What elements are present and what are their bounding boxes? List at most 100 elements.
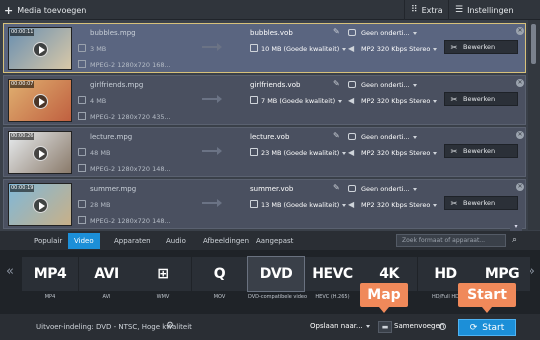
output-size-dropdown[interactable]: 7 MB (Goede kwaliteit) <box>261 97 343 105</box>
subtitles-label: Geen onderti... <box>361 29 410 37</box>
output-size-dropdown[interactable]: 10 MB (Goede kwaliteit) <box>261 45 347 53</box>
audio-dropdown[interactable]: MP2 320 Kbps Stereo <box>361 149 438 157</box>
add-media-label: Media toevoegen <box>17 5 87 15</box>
audio-label: MP2 320 Kbps Stereo <box>361 149 431 157</box>
collapse-icon[interactable]: ▾ <box>510 223 522 231</box>
tab-audio[interactable]: Audio <box>160 233 192 249</box>
video-thumbnail[interactable]: 00:00:19 <box>8 183 72 226</box>
extra-label: Extra <box>421 5 443 15</box>
edit-label: Bewerken <box>463 95 496 103</box>
plus-icon: + <box>4 3 14 17</box>
pencil-icon[interactable]: ✎ <box>333 28 341 36</box>
output-filename: girlfriends.vob <box>250 81 301 89</box>
edit-button[interactable]: ✂ Bewerken <box>444 92 518 106</box>
format-search-input[interactable]: Zoek formaat of apparaat... <box>396 234 506 247</box>
extra-button[interactable]: ⠿ Extra <box>404 0 449 20</box>
file-list-scrollbar[interactable] <box>528 20 540 230</box>
audio-dropdown[interactable]: MP2 320 Kbps Stereo <box>361 97 438 105</box>
gear-icon[interactable]: ⚙ <box>166 321 174 331</box>
file-icon <box>78 96 86 104</box>
play-icon[interactable] <box>33 146 48 161</box>
tab-label: Apparaten <box>114 237 151 245</box>
video-thumbnail[interactable]: 00:00:26 <box>8 131 72 174</box>
play-icon[interactable] <box>33 198 48 213</box>
output-size-dropdown[interactable]: 13 MB (Goede kwaliteit) <box>261 201 347 209</box>
format-tile[interactable]: HEVC HEVC (H.265) <box>304 257 361 303</box>
settings-button[interactable]: ☰ Instellingen <box>448 0 520 20</box>
subtitles-label: Geen onderti... <box>361 133 410 141</box>
output-size-dropdown[interactable]: 23 MB (Goede kwaliteit) <box>261 149 347 157</box>
subtitles-dropdown[interactable]: Geen onderti... <box>361 29 417 37</box>
pencil-icon[interactable]: ✎ <box>333 184 341 192</box>
convert-icon: ⟳ <box>469 322 478 333</box>
save-to-dropdown[interactable]: Opslaan naar... <box>310 322 370 330</box>
source-format: MPEG-2 1280x720 168... <box>90 61 171 69</box>
video-thumbnail[interactable]: 00:00:07 <box>8 79 72 122</box>
edit-button[interactable]: ✂ Bewerken <box>444 40 518 54</box>
chevron-down-icon <box>433 99 438 103</box>
bottom-bar: Uitvoer-indeling: DVD - NTSC, Hoge kwali… <box>0 314 540 340</box>
subtitles-dropdown[interactable]: Geen onderti... <box>361 133 417 141</box>
file-row[interactable]: 00:00:07 girlfriends.mpg 4 MB MPEG-2 1280x7… <box>3 75 526 125</box>
source-filename: lecture.mpg <box>90 133 133 141</box>
format-tile[interactable]: DVD DVD-compatibele video <box>247 256 307 303</box>
tab-video[interactable]: Video <box>68 233 100 249</box>
merge-toggle[interactable] <box>439 323 446 330</box>
merge-label: Samenvoegen <box>394 322 445 330</box>
format-tabs-bar: Populair Video Apparaten Audio Afbeeldin… <box>0 231 540 250</box>
edit-button[interactable]: ✂ Bewerken <box>444 144 518 158</box>
format-tile[interactable]: AVI AVI <box>78 257 135 303</box>
pencil-icon[interactable]: ✎ <box>333 132 341 140</box>
chevron-down-icon <box>433 151 438 155</box>
subtitles-dropdown[interactable]: Geen onderti... <box>361 81 417 89</box>
video-thumbnail[interactable]: 00:00:11 <box>8 27 72 70</box>
format-tile[interactable]: MP4 MP4 <box>22 257 78 303</box>
output-file-icon <box>250 44 258 52</box>
speaker-icon: ◀ <box>348 148 355 157</box>
tab-populair[interactable]: Populair <box>28 233 68 249</box>
duration-label: 00:00:11 <box>10 29 35 36</box>
video-format-icon <box>78 112 86 120</box>
play-icon[interactable] <box>33 94 48 109</box>
edit-button[interactable]: ✂ Bewerken <box>444 196 518 210</box>
file-row[interactable]: 00:00:19 summer.mpg 28 MB MPEG-2 1280x720 1… <box>3 179 526 229</box>
close-icon[interactable]: ✕ <box>516 79 524 87</box>
device-search-icon[interactable]: ⌕ <box>512 235 517 245</box>
file-icon <box>78 44 86 52</box>
avi-logo-icon: AVI <box>78 257 135 291</box>
start-callout: Start <box>458 283 516 313</box>
chevron-down-icon <box>412 31 417 35</box>
tab-label: Video <box>74 237 94 245</box>
close-icon[interactable]: ✕ <box>516 131 524 139</box>
chevron-down-icon <box>412 83 417 87</box>
scroll-left-icon[interactable]: « <box>6 264 14 279</box>
format-tile[interactable]: ⊞ WMV <box>135 257 191 303</box>
folder-icon[interactable]: ▬ <box>378 321 392 333</box>
file-row[interactable]: 00:00:26 lecture.mpg 48 MB MPEG-2 1280x720 … <box>3 127 526 177</box>
tab-aangepast[interactable]: Aangepast <box>250 233 299 249</box>
subtitles-dropdown[interactable]: Geen onderti... <box>361 185 417 193</box>
audio-dropdown[interactable]: MP2 320 Kbps Stereo <box>361 45 438 53</box>
chevron-down-icon <box>412 135 417 139</box>
subtitles-icon <box>348 81 356 88</box>
audio-dropdown[interactable]: MP2 320 Kbps Stereo <box>361 201 438 209</box>
audio-label: MP2 320 Kbps Stereo <box>361 201 431 209</box>
pencil-icon[interactable]: ✎ <box>333 80 341 88</box>
close-icon[interactable]: ✕ <box>516 183 524 191</box>
add-media-button[interactable]: + Media toevoegen <box>4 3 86 17</box>
close-icon[interactable]: ✕ <box>516 27 524 35</box>
scrollbar-thumb[interactable] <box>531 24 536 64</box>
start-button[interactable]: ⟳ Start <box>458 319 516 336</box>
tab-afbeeldingen[interactable]: Afbeeldingen <box>197 233 255 249</box>
hevc-logo-icon: HEVC <box>304 257 361 291</box>
tab-apparaten[interactable]: Apparaten <box>108 233 157 249</box>
source-filename: girlfriends.mpg <box>90 81 144 89</box>
file-row[interactable]: 00:00:11 bubbles.mpg 3 MB MPEG-2 1280x720 1… <box>3 23 526 73</box>
top-toolbar: + Media toevoegen ⠿ Extra ☰ Instellingen <box>0 0 540 20</box>
subtitles-label: Geen onderti... <box>361 185 410 193</box>
chevron-down-icon <box>433 203 438 207</box>
output-file-icon <box>250 148 258 156</box>
play-icon[interactable] <box>33 42 48 57</box>
format-tile[interactable]: Q MOV <box>191 257 248 303</box>
chevron-down-icon <box>338 99 343 103</box>
